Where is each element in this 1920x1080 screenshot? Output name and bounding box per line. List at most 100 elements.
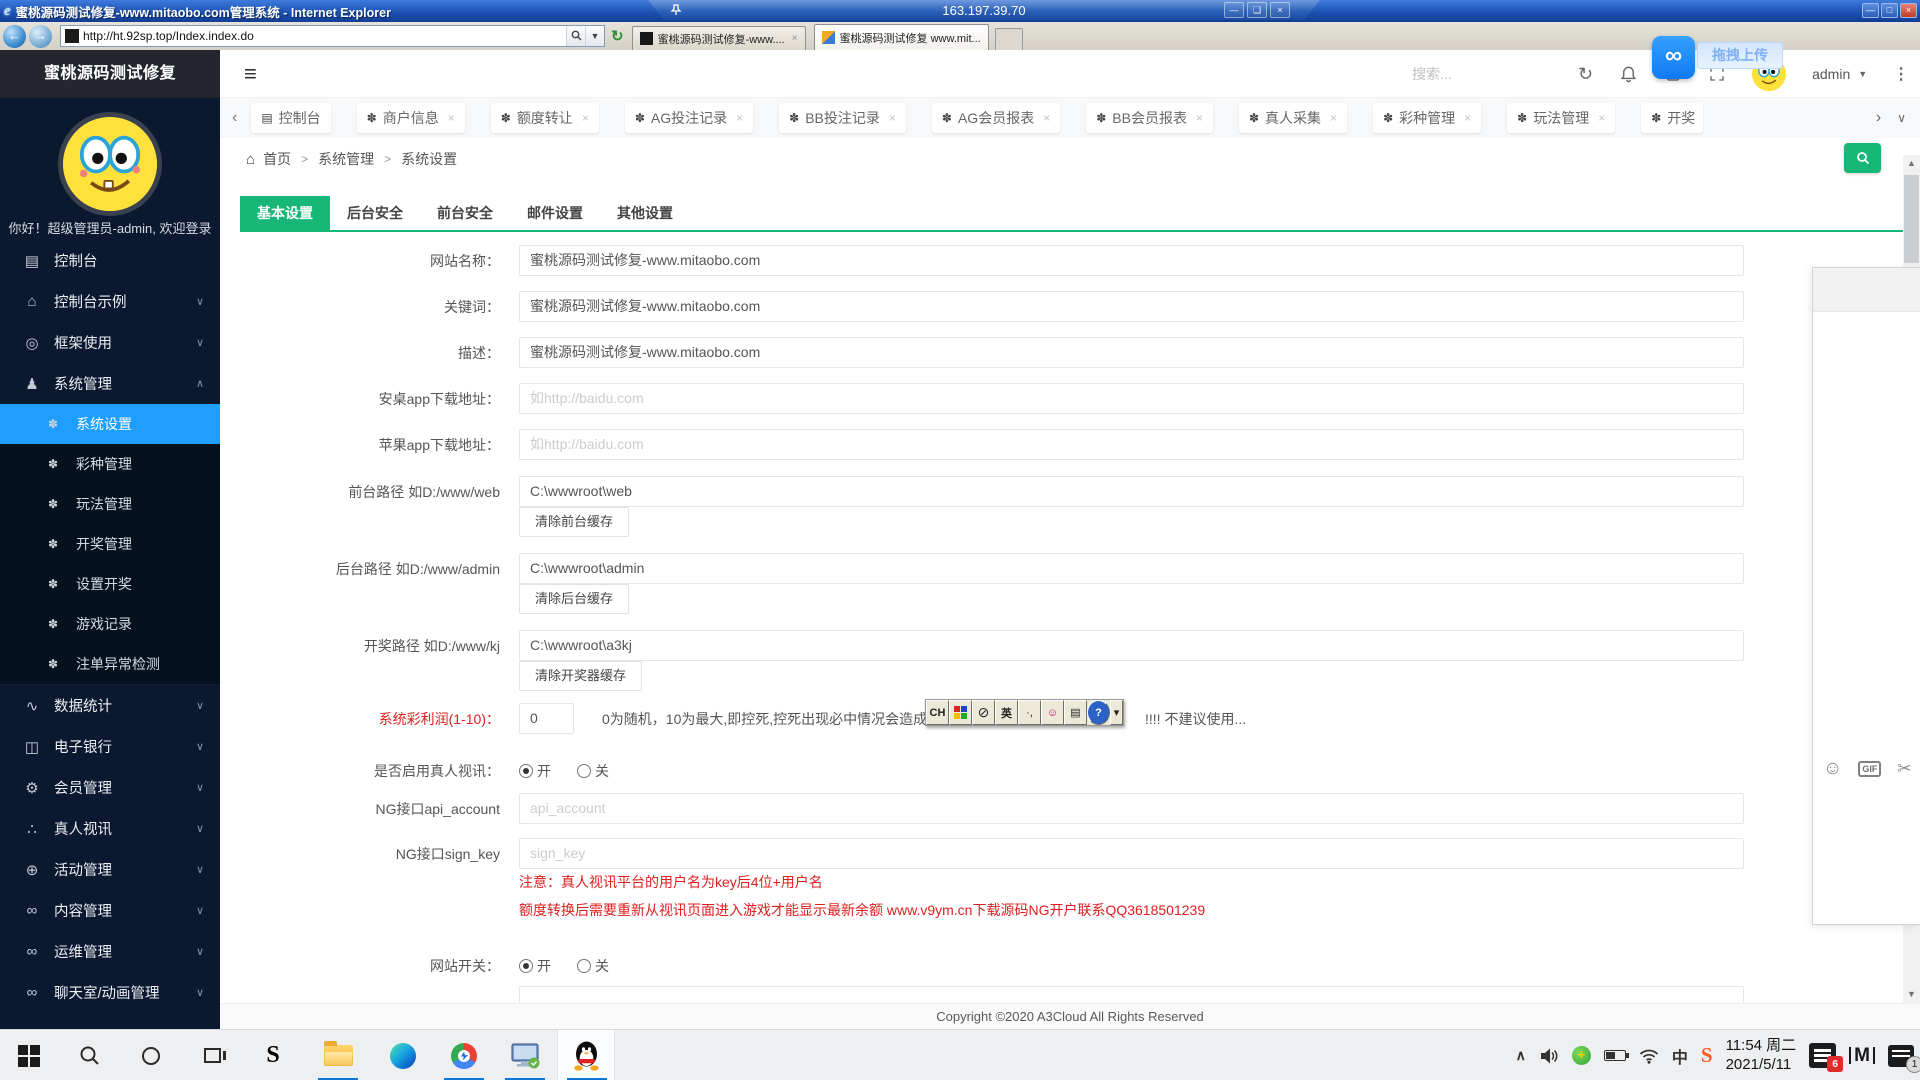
qq-chat-panel[interactable]: ☺ GIF ✂: [1812, 267, 1920, 925]
tab-其他设置[interactable]: 其他设置: [600, 196, 690, 230]
tabs-more-icon[interactable]: ∨: [1897, 111, 1906, 125]
field-input[interactable]: 蜜桃源码测试修复-www.mitaobo.com: [519, 291, 1744, 322]
tab-close-icon[interactable]: ×: [582, 111, 589, 125]
address-text[interactable]: http://ht.92sp.top/Index.index.do: [83, 29, 566, 43]
battery-icon[interactable]: [1604, 1050, 1626, 1061]
field-input[interactable]: C:\wwwroot\web: [519, 476, 1744, 507]
field-input[interactable]: 蜜桃源码测试修复-www.mitaobo.com: [519, 337, 1744, 368]
tab-close-icon[interactable]: ×: [448, 111, 455, 125]
tabs-next-icon[interactable]: ›: [1876, 109, 1881, 127]
radio-option[interactable]: 开: [519, 956, 551, 976]
field-input[interactable]: C:\wwwroot\a3kj: [519, 630, 1744, 661]
radio-icon[interactable]: [519, 959, 533, 973]
radio-icon[interactable]: [519, 764, 533, 778]
field-input[interactable]: 如http://baidu.com: [519, 429, 1744, 460]
breadcrumb-item[interactable]: 系统设置: [401, 149, 457, 169]
page-tab[interactable]: ✽商户信息×: [357, 103, 465, 133]
taskbar-start-icon[interactable]: [0, 1030, 58, 1080]
emoji-icon[interactable]: ☺: [1823, 758, 1842, 780]
menu-toggle-icon[interactable]: ≡: [244, 61, 257, 87]
field-input[interactable]: 如http://baidu.com: [519, 383, 1744, 414]
scroll-down-icon[interactable]: ▼: [1903, 986, 1920, 1003]
tab-后台安全[interactable]: 后台安全: [330, 196, 420, 230]
tab-基本设置[interactable]: 基本设置: [240, 196, 330, 230]
speaker-icon[interactable]: [1539, 1047, 1559, 1065]
baidu-netdisk-overlay[interactable]: ∞ 拖拽上传: [1652, 36, 1783, 79]
sogou-icon[interactable]: S: [1701, 1043, 1713, 1068]
username[interactable]: admin: [1812, 66, 1850, 82]
tab-close-icon[interactable]: ×: [736, 111, 743, 125]
360-safety-icon[interactable]: +: [1572, 1046, 1591, 1065]
address-bar[interactable]: http://ht.92sp.top/Index.index.do ▼: [60, 25, 605, 47]
close-button[interactable]: ×: [1270, 2, 1290, 18]
search-magnifier-icon[interactable]: [566, 26, 585, 46]
tab-close-icon[interactable]: ×: [1196, 111, 1203, 125]
ime-CH-button[interactable]: CH: [926, 700, 949, 725]
tab-close-icon[interactable]: ×: [1330, 111, 1337, 125]
taskbar-explorer-icon[interactable]: [309, 1030, 367, 1080]
minimize-button[interactable]: —: [1224, 2, 1244, 18]
ime-pad-button[interactable]: ▤: [1064, 700, 1087, 725]
rdp-connection-bar[interactable]: 163.197.39.70 —❏×: [648, 0, 1320, 20]
quick-search-button[interactable]: [1844, 143, 1881, 173]
page-tab[interactable]: ✽开奖: [1641, 103, 1703, 133]
restore-button[interactable]: ❏: [1247, 2, 1267, 18]
page-tab[interactable]: ✽彩种管理×: [1373, 103, 1481, 133]
taskbar-rdp-icon[interactable]: [496, 1030, 554, 1080]
taskbar-qq-icon[interactable]: [557, 1030, 615, 1080]
field-input[interactable]: C:\wwwroot\admin: [519, 553, 1744, 584]
page-tab[interactable]: ▤控制台: [251, 103, 330, 133]
radio-option[interactable]: 关: [577, 956, 609, 976]
ime-indicator[interactable]: 中: [1672, 1044, 1688, 1068]
clear-cache-button[interactable]: 清除后台缓存: [519, 584, 629, 614]
ime-help-button[interactable]: ?: [1087, 700, 1110, 725]
avatar[interactable]: [58, 112, 162, 216]
ime-layout-button[interactable]: [949, 700, 972, 725]
breadcrumb-item[interactable]: 首页: [263, 149, 291, 169]
clear-cache-button[interactable]: 清除前台缓存: [519, 507, 629, 537]
close-button[interactable]: ×: [1900, 3, 1917, 18]
taskbar-cortana-icon[interactable]: [122, 1030, 180, 1080]
page-tab[interactable]: ✽玩法管理×: [1507, 103, 1615, 133]
tab-close-icon[interactable]: ×: [792, 33, 798, 44]
netdisk-cloud-icon[interactable]: ∞: [1652, 36, 1695, 79]
field-input[interactable]: 蜜桃源码测试修复-www.mitaobo.com: [519, 245, 1744, 276]
field-input[interactable]: api_account: [519, 793, 1744, 824]
field-input[interactable]: 0: [519, 703, 574, 734]
browser-tab[interactable]: 蜜桃源码测试修复-www....×: [632, 26, 806, 50]
new-tab-button[interactable]: [995, 28, 1023, 50]
field-input[interactable]: sign_key: [519, 838, 1744, 869]
browser-tab[interactable]: 蜜桃源码测试修复 www.mit...: [814, 24, 989, 50]
tab-close-icon[interactable]: ×: [889, 111, 896, 125]
page-tab[interactable]: ✽额度转让×: [491, 103, 599, 133]
ime-punct-button[interactable]: ·,: [1018, 700, 1041, 725]
ime-language-bar[interactable]: CH⊘英·,☺▤?▾: [925, 699, 1124, 726]
page-tab[interactable]: ✽AG会员报表×: [932, 103, 1060, 133]
ime-emoji-button[interactable]: ☺: [1041, 700, 1064, 725]
minimize-button[interactable]: —: [1862, 3, 1879, 18]
tab-close-icon[interactable]: ×: [1043, 111, 1050, 125]
tab-close-icon[interactable]: ×: [1598, 111, 1605, 125]
refresh-icon[interactable]: ↻: [1578, 64, 1593, 85]
more-vertical-icon[interactable]: ⋮: [1893, 64, 1909, 84]
page-tab[interactable]: ✽BB会员报表×: [1086, 103, 1213, 133]
page-tab[interactable]: ✽真人采集×: [1239, 103, 1347, 133]
network-icon[interactable]: [1639, 1048, 1659, 1064]
radio-option[interactable]: 关: [577, 761, 609, 781]
tab-前台安全[interactable]: 前台安全: [420, 196, 510, 230]
radio-icon[interactable]: [577, 959, 591, 973]
sidebar-item-9[interactable]: ∞内容管理∨: [0, 890, 220, 931]
taskbar-search-icon[interactable]: [61, 1030, 119, 1080]
clock[interactable]: 11:54 周二2021/5/11: [1726, 1037, 1797, 1075]
breadcrumb-item[interactable]: 系统管理: [318, 149, 374, 169]
ime-forbid-button[interactable]: ⊘: [972, 700, 995, 725]
radio-icon[interactable]: [577, 764, 591, 778]
tab-邮件设置[interactable]: 邮件设置: [510, 196, 600, 230]
hidden-icons-chevron[interactable]: ∧: [1516, 1047, 1526, 1064]
forward-button[interactable]: →: [29, 25, 52, 48]
taskbar-taskview-icon[interactable]: [183, 1030, 241, 1080]
search-input[interactable]: 搜索...: [1412, 64, 1452, 84]
scissors-icon[interactable]: ✂: [1897, 759, 1911, 779]
chevron-down-icon[interactable]: ▼: [1858, 69, 1867, 79]
ime-英-button[interactable]: 英: [995, 700, 1018, 725]
